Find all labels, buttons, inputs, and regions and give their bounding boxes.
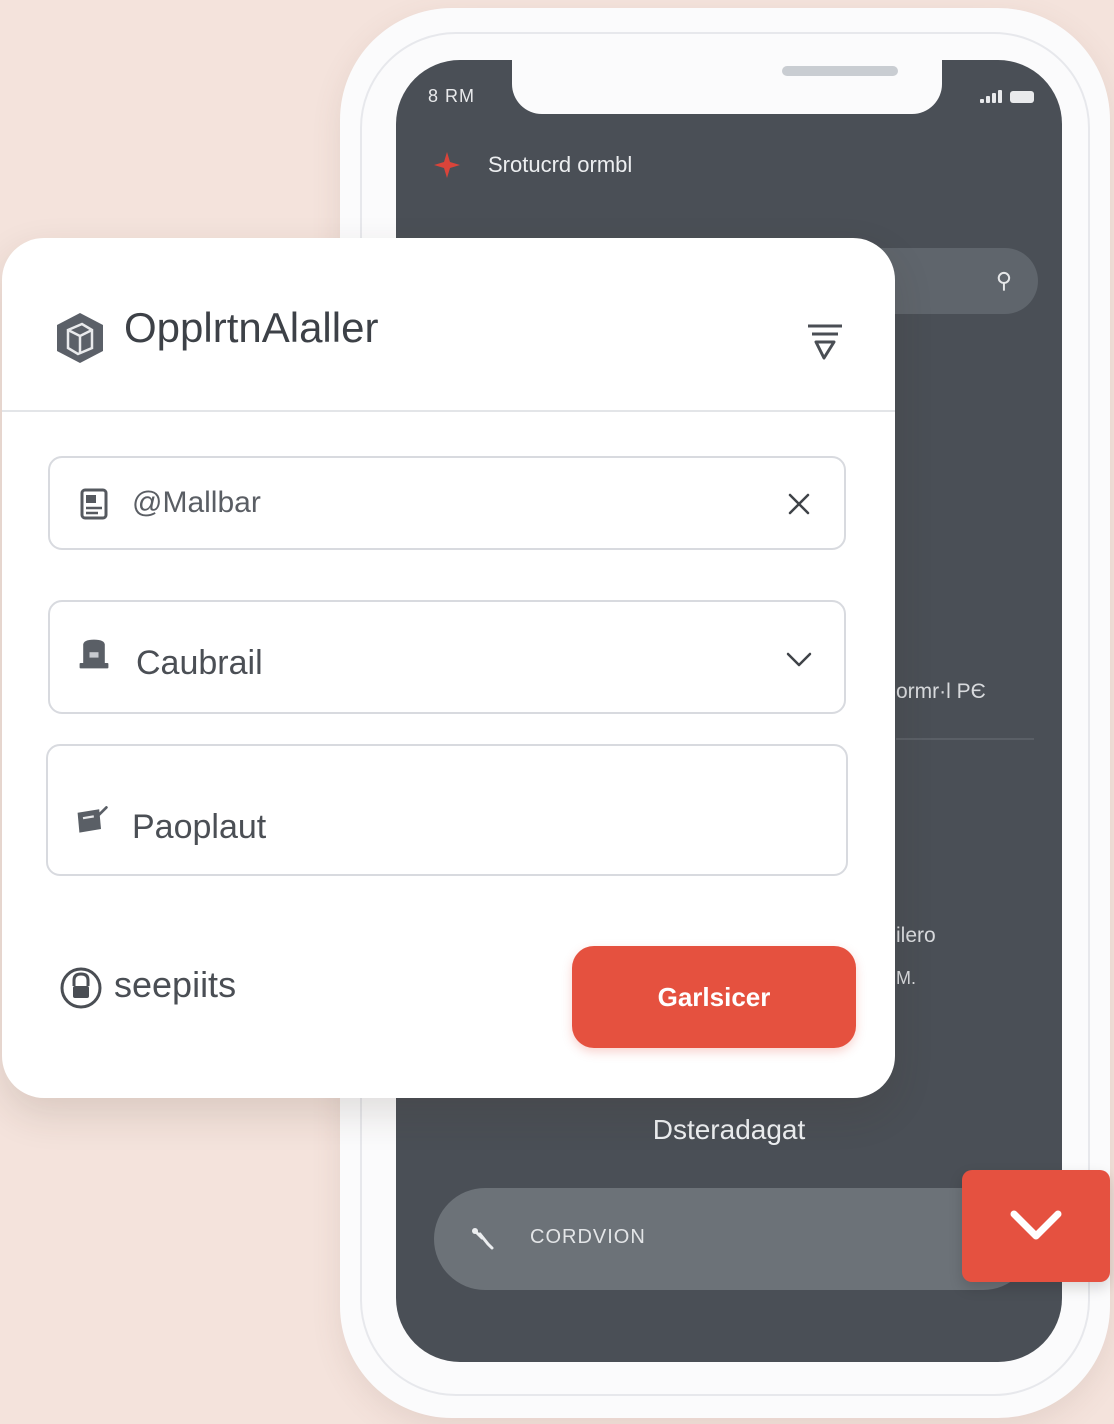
status-time: 8 RM (428, 86, 476, 106)
cup-icon (77, 806, 108, 833)
confirm-button[interactable] (962, 1170, 1110, 1282)
card-header: OpplrtnAlaller (2, 238, 895, 412)
chevron-down-icon[interactable] (786, 646, 812, 672)
app-title: Srotucrd ormbl (488, 152, 633, 177)
id-card-icon (80, 488, 108, 520)
speaker-grille (782, 66, 898, 76)
tool-icon (472, 1228, 494, 1250)
cube-icon (57, 313, 103, 363)
app-header: Srotucrd ormbl (432, 150, 632, 180)
form-card: OpplrtnAlaller @Mallbar Caubrail Paoplau… (2, 238, 895, 1098)
primary-button[interactable]: Garlsicer (572, 946, 856, 1048)
chevron-down-icon (1010, 1210, 1062, 1240)
secure-label: seepiits (114, 964, 237, 1005)
password-value: Paoplaut (132, 808, 267, 846)
filter-icon[interactable] (802, 318, 848, 364)
password-field[interactable]: Paoplaut (46, 744, 848, 876)
divider (896, 738, 1034, 740)
bottom-bar-label: CORDVION (530, 1226, 646, 1248)
lock-icon (60, 967, 102, 1009)
signal-icon (980, 90, 1002, 103)
account-value: Caubrail (136, 644, 263, 682)
star-icon[interactable] (432, 150, 462, 180)
mailbox-icon (79, 639, 109, 669)
brand-name: OpplrtnAlaller (124, 304, 379, 351)
microphone-icon[interactable]: ⚲ (996, 268, 1012, 294)
side-label-2: ilero (896, 924, 936, 947)
email-field[interactable]: @Mallbar (48, 456, 846, 550)
email-value: @Mallbar (132, 486, 261, 519)
battery-icon (1010, 91, 1034, 103)
side-label-3: M. (896, 968, 916, 988)
phone-notch (512, 60, 942, 114)
close-icon[interactable] (786, 491, 812, 517)
status-icons (980, 90, 1034, 103)
dashboard-label: Dsteradagat (652, 1114, 806, 1145)
bottom-action-bar[interactable]: CORDVION (434, 1188, 1034, 1290)
side-label-1: ormr·l PЄ (896, 680, 986, 703)
account-select[interactable]: Caubrail (48, 600, 846, 714)
